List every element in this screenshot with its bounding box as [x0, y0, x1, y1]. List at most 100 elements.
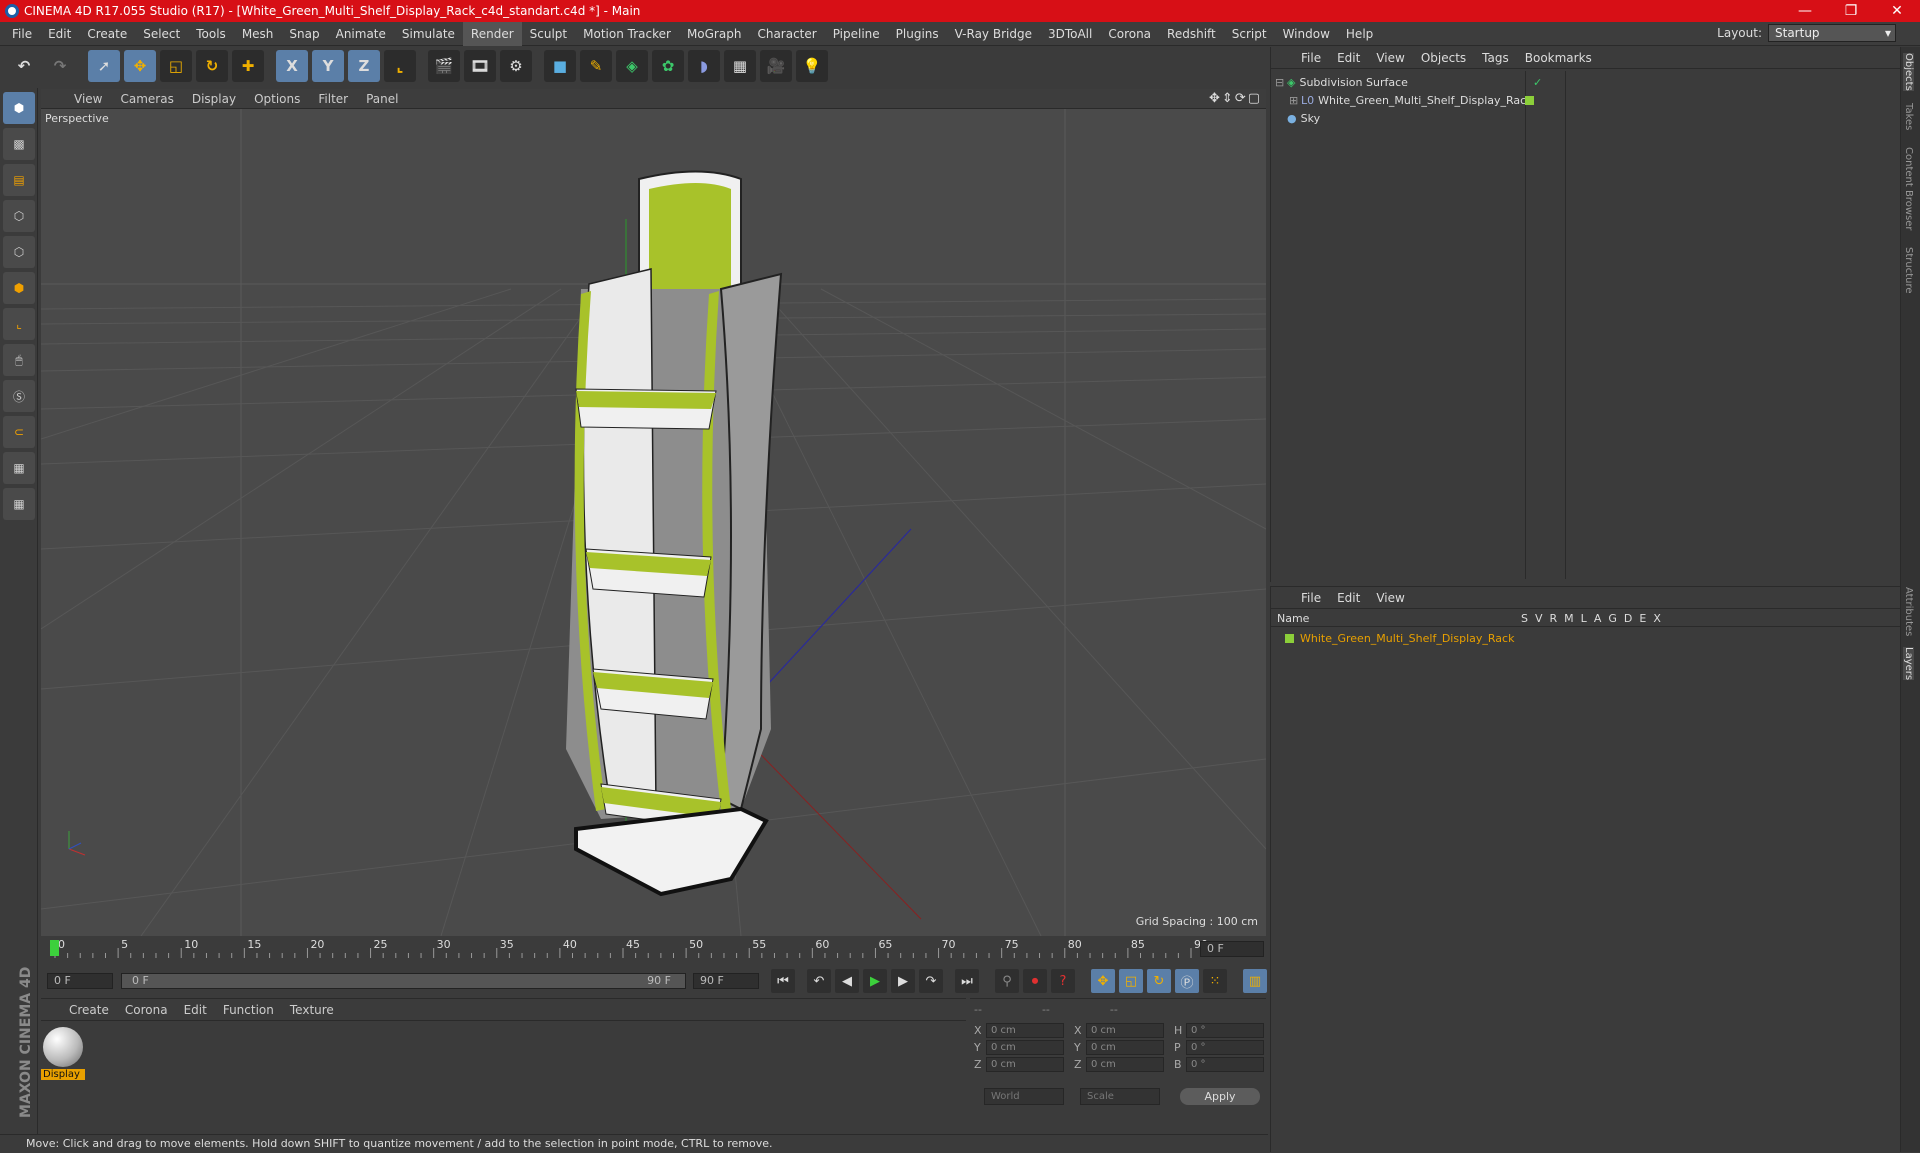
coord-field[interactable]: 0 cm: [986, 1023, 1064, 1038]
deformer-icon[interactable]: ◗: [688, 50, 720, 82]
timeline-ruler[interactable]: 051015202530354045505560657075808590 0 F: [41, 938, 1266, 960]
tweak-mode-icon[interactable]: 🖱: [3, 344, 35, 376]
menu-tools[interactable]: Tools: [188, 22, 234, 46]
play-button[interactable]: ▶: [863, 969, 887, 993]
go-to-start-button[interactable]: ⏮: [771, 969, 795, 993]
cloner-icon[interactable]: ✿: [652, 50, 684, 82]
timeline-window-button[interactable]: ▥: [1243, 969, 1267, 993]
coord-field[interactable]: 0 °: [1186, 1023, 1264, 1038]
layer-col-a[interactable]: A: [1594, 612, 1602, 625]
object-menu-view[interactable]: View: [1368, 51, 1412, 65]
polygons-mode-icon[interactable]: ⬢: [3, 272, 35, 304]
z-axis-lock-button[interactable]: Z: [348, 50, 380, 82]
close-button[interactable]: ✕: [1874, 0, 1920, 22]
scene-render[interactable]: [41, 109, 1266, 936]
coord-field[interactable]: 0 °: [1186, 1057, 1264, 1072]
viewport-menu-options[interactable]: Options: [245, 92, 309, 106]
object-menu-objects[interactable]: Objects: [1413, 51, 1474, 65]
key-parameter-button[interactable]: Ⓟ: [1175, 969, 1199, 993]
playhead[interactable]: [50, 940, 59, 956]
live-selection-tool[interactable]: ➚: [88, 50, 120, 82]
layer-col-s[interactable]: S: [1521, 612, 1528, 625]
subdivision-surface-icon[interactable]: ◈: [616, 50, 648, 82]
material-menu-edit[interactable]: Edit: [176, 1003, 215, 1017]
layer-col-m[interactable]: M: [1564, 612, 1574, 625]
menu-mograph[interactable]: MoGraph: [679, 22, 750, 46]
menu-animate[interactable]: Animate: [328, 22, 394, 46]
points-mode-icon[interactable]: ⬡: [3, 200, 35, 232]
layer-col-v[interactable]: V: [1535, 612, 1543, 625]
menu-edit[interactable]: Edit: [40, 22, 79, 46]
planar-workplane-icon[interactable]: ▦: [3, 488, 35, 520]
scale-tool[interactable]: ◱: [160, 50, 192, 82]
redo-button[interactable]: ↷: [44, 50, 76, 82]
camera-icon[interactable]: 🎥: [760, 50, 792, 82]
autokey-button[interactable]: ⏺: [1023, 969, 1047, 993]
snapping-icon[interactable]: Ⓢ: [3, 380, 35, 412]
start-frame-field[interactable]: 0 F: [47, 973, 113, 989]
previous-key-button[interactable]: ↶: [807, 969, 831, 993]
menu-3dtoall[interactable]: 3DToAll: [1040, 22, 1100, 46]
layer-col-e[interactable]: E: [1639, 612, 1646, 625]
coord-field[interactable]: 0 °: [1186, 1040, 1264, 1055]
menu-redshift[interactable]: Redshift: [1159, 22, 1224, 46]
object-menu-file[interactable]: File: [1293, 51, 1329, 65]
pen-spline-icon[interactable]: ✎: [580, 50, 612, 82]
object-row-subdivision[interactable]: ⊟ ◈ Subdivision Surface ✓: [1275, 73, 1542, 91]
frame-range-slider[interactable]: 0 F 90 F: [121, 973, 686, 989]
move-tool[interactable]: ✥: [124, 50, 156, 82]
key-position-button[interactable]: ✥: [1091, 969, 1115, 993]
menu-render[interactable]: Render: [462, 21, 522, 46]
cube-object-icon[interactable]: ■: [544, 50, 576, 82]
tab-structure[interactable]: Structure: [1903, 247, 1914, 294]
key-scale-button[interactable]: ◱: [1119, 969, 1143, 993]
render-view-button[interactable]: 🎬: [428, 50, 460, 82]
material-menu-create[interactable]: Create: [61, 1003, 117, 1017]
texture-mode-icon[interactable]: ▩: [3, 128, 35, 160]
menu-window[interactable]: Window: [1275, 22, 1338, 46]
layer-col-d[interactable]: D: [1624, 612, 1632, 625]
menu-mesh[interactable]: Mesh: [234, 22, 282, 46]
layer-menu-file[interactable]: File: [1293, 591, 1329, 605]
menu-select[interactable]: Select: [135, 22, 188, 46]
menu-plugins[interactable]: Plugins: [888, 22, 947, 46]
rotate-tool[interactable]: ↻: [196, 50, 228, 82]
material-display[interactable]: Display: [41, 1025, 85, 1081]
key-rotation-button[interactable]: ↻: [1147, 969, 1171, 993]
layer-menu-view[interactable]: View: [1368, 591, 1412, 605]
check-icon[interactable]: ✓: [1533, 76, 1542, 89]
object-row-sky[interactable]: ● Sky: [1287, 109, 1320, 127]
restore-button[interactable]: ❐: [1828, 0, 1874, 22]
magnet-icon[interactable]: ⊂: [3, 416, 35, 448]
material-menu-corona[interactable]: Corona: [117, 1003, 176, 1017]
axis-mode-icon[interactable]: ⌞: [3, 308, 35, 340]
menu-script[interactable]: Script: [1224, 22, 1275, 46]
layer-row[interactable]: White_Green_Multi_Shelf_Display_Rack: [1285, 629, 1514, 647]
menu-simulate[interactable]: Simulate: [394, 22, 463, 46]
tab-content-browser[interactable]: Content Browser: [1903, 147, 1914, 230]
menu-v-ray-bridge[interactable]: V-Ray Bridge: [947, 22, 1040, 46]
layer-menu-edit[interactable]: Edit: [1329, 591, 1368, 605]
tab-attributes[interactable]: Attributes: [1903, 587, 1914, 636]
edit-render-settings-button[interactable]: ⚙: [500, 50, 532, 82]
coord-field[interactable]: 0 cm: [986, 1057, 1064, 1072]
layout-dropdown[interactable]: Startup: [1768, 24, 1896, 42]
light-icon[interactable]: 💡: [796, 50, 828, 82]
coordinate-system-button[interactable]: ⌞: [384, 50, 416, 82]
current-frame-field[interactable]: 0 F: [1200, 941, 1264, 957]
object-menu-bookmarks[interactable]: Bookmarks: [1517, 51, 1600, 65]
layer-col-g[interactable]: G: [1608, 612, 1617, 625]
material-menu-function[interactable]: Function: [215, 1003, 282, 1017]
move-add-tool[interactable]: ✚: [232, 50, 264, 82]
menu-snap[interactable]: Snap: [281, 22, 327, 46]
material-menu-texture[interactable]: Texture: [282, 1003, 342, 1017]
coord-field[interactable]: 0 cm: [986, 1040, 1064, 1055]
floor-icon[interactable]: ▦: [724, 50, 756, 82]
scale-dropdown[interactable]: Scale: [1080, 1088, 1160, 1105]
key-pla-button[interactable]: ⁙: [1203, 969, 1227, 993]
menu-pipeline[interactable]: Pipeline: [825, 22, 888, 46]
make-editable-icon[interactable]: ⬢: [3, 92, 35, 124]
coord-field[interactable]: 0 cm: [1086, 1057, 1164, 1072]
workplane-icon[interactable]: ▤: [3, 164, 35, 196]
apply-button[interactable]: Apply: [1180, 1088, 1260, 1105]
